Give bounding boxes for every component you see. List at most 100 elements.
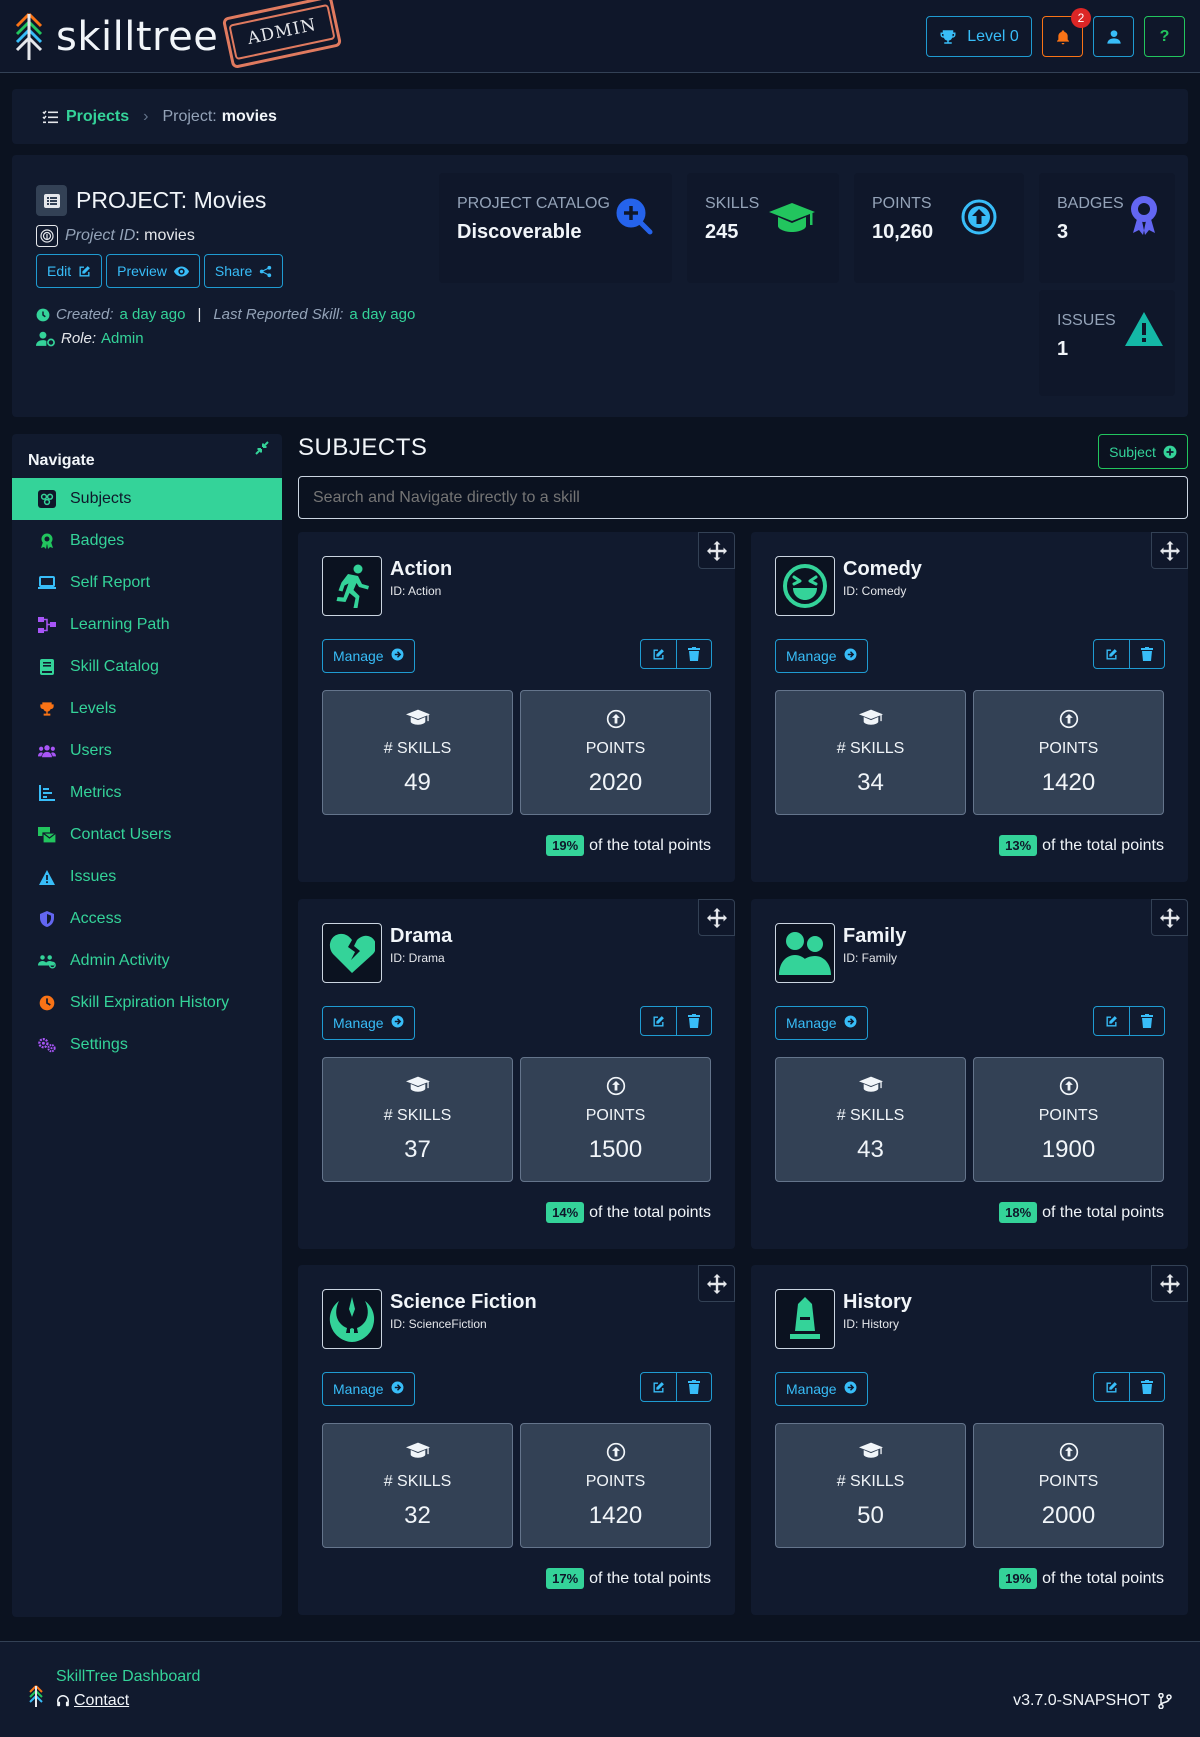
sidebar-item-admin-activity[interactable]: Admin Activity <box>12 940 282 982</box>
users-icon <box>38 742 56 760</box>
sidebar-item-skill-expiration-history[interactable]: Skill Expiration History <box>12 982 282 1024</box>
shield-icon <box>38 910 56 928</box>
subject-name[interactable]: Science Fiction <box>390 1291 537 1314</box>
drag-handle-icon[interactable] <box>1151 899 1188 936</box>
delete-subject-button[interactable] <box>676 1007 711 1035</box>
percent-suffix: of the total points <box>1042 1569 1164 1587</box>
subject-card-comedy: Comedy ID: Comedy Manage # SKILLS 34 POI… <box>751 532 1188 882</box>
notifications-button[interactable]: 2 <box>1042 8 1091 57</box>
sidebar-item-access[interactable]: Access <box>12 898 282 940</box>
subjects-icon <box>38 490 56 508</box>
edit-project-button[interactable]: Edit <box>36 254 103 288</box>
edit-subject-button[interactable] <box>1094 640 1129 668</box>
sidebar-item-label: Admin Activity <box>70 952 170 969</box>
sidebar-item-label: Settings <box>70 1036 128 1053</box>
footer-contact-link[interactable]: Contact <box>56 1692 129 1710</box>
sidebar-item-metrics[interactable]: Metrics <box>12 772 282 814</box>
edit-subject-button[interactable] <box>641 640 676 668</box>
skills-count: 50 <box>857 1502 884 1529</box>
manage-subject-button[interactable]: Manage <box>322 1372 415 1406</box>
meta-divider: | <box>197 306 202 323</box>
manage-subject-button[interactable]: Manage <box>775 1372 868 1406</box>
skills-label: # SKILLS <box>383 740 452 757</box>
footer-version: v3.7.0-SNAPSHOT <box>1013 1692 1172 1710</box>
user-menu-button[interactable] <box>1093 16 1134 57</box>
drag-handle-icon[interactable] <box>698 899 735 936</box>
drag-handle-icon[interactable] <box>698 532 735 569</box>
delete-subject-button[interactable] <box>676 1373 711 1401</box>
drag-handle-icon[interactable] <box>698 1265 735 1302</box>
subject-edit-actions <box>1093 1372 1165 1402</box>
delete-subject-button[interactable] <box>1129 640 1164 668</box>
project-title: PROJECT: Movies <box>76 187 267 213</box>
subject-name[interactable]: Drama <box>390 925 452 948</box>
skills-count: 32 <box>404 1502 431 1529</box>
subject-name[interactable]: History <box>843 1291 912 1314</box>
breadcrumb-project-prefix: Project: <box>162 107 217 125</box>
drag-handle-icon[interactable] <box>1151 1265 1188 1302</box>
add-subject-button[interactable]: Subject <box>1098 434 1188 469</box>
subject-name[interactable]: Comedy <box>843 558 922 581</box>
subject-skills-box: # SKILLS 43 <box>775 1057 966 1182</box>
role-value: Admin <box>101 330 144 347</box>
skill-search-input[interactable] <box>298 476 1188 519</box>
sidebar-item-settings[interactable]: Settings <box>12 1024 282 1066</box>
preview-project-button[interactable]: Preview <box>106 254 200 288</box>
edit-subject-button[interactable] <box>641 1373 676 1401</box>
manage-subject-button[interactable]: Manage <box>322 1006 415 1040</box>
sidebar-item-users[interactable]: Users <box>12 730 282 772</box>
sidebar-item-levels[interactable]: Levels <box>12 688 282 730</box>
delete-subject-button[interactable] <box>676 640 711 668</box>
sidebar-item-learning-path[interactable]: Learning Path <box>12 604 282 646</box>
percent-badge: 19% <box>999 1568 1038 1589</box>
edit-subject-button[interactable] <box>1094 1373 1129 1401</box>
subject-id: ID: Action <box>390 584 442 598</box>
drag-handle-icon[interactable] <box>1151 532 1188 569</box>
delete-subject-button[interactable] <box>1129 1373 1164 1401</box>
manage-subject-button[interactable]: Manage <box>322 639 415 673</box>
sidebar-item-label: Levels <box>70 700 117 717</box>
sidebar-item-subjects[interactable]: Subjects <box>12 478 282 520</box>
trophy-icon <box>38 700 56 718</box>
gears-icon <box>38 1036 56 1054</box>
help-button[interactable]: ? <box>1144 16 1185 57</box>
sidebar-item-badges[interactable]: Badges <box>12 520 282 562</box>
manage-subject-button[interactable]: Manage <box>775 639 868 673</box>
points-label: POINTS <box>1038 740 1099 757</box>
activity-icon <box>38 952 56 970</box>
sidebar-item-self-report[interactable]: Self Report <box>12 562 282 604</box>
subject-name[interactable]: Family <box>843 925 906 948</box>
created-value: a day ago <box>119 306 186 323</box>
edit-subject-button[interactable] <box>641 1007 676 1035</box>
sidebar-item-contact-users[interactable]: Contact Users <box>12 814 282 856</box>
sidebar-item-skill-catalog[interactable]: Skill Catalog <box>12 646 282 688</box>
collapse-sidebar-button[interactable] <box>254 440 270 461</box>
subject-skills-box: # SKILLS 34 <box>775 690 966 815</box>
subject-skills-box: # SKILLS 37 <box>322 1057 513 1182</box>
delete-subject-button[interactable] <box>1129 1007 1164 1035</box>
project-header-panel: PROJECT: Movies Project ID: movies Edit … <box>12 155 1188 417</box>
percent-suffix: of the total points <box>589 1203 711 1221</box>
arrow-circle-right-icon <box>391 648 404 664</box>
percent-suffix: of the total points <box>1042 1203 1164 1221</box>
points-count: 2020 <box>588 769 643 796</box>
skills-label: # SKILLS <box>836 1107 905 1124</box>
footer-dashboard-link[interactable]: SkillTree Dashboard <box>56 1668 200 1686</box>
subject-card-history: History ID: History Manage # SKILLS 50 P… <box>751 1265 1188 1615</box>
share-icon <box>260 265 272 277</box>
plus-circle-icon <box>1163 445 1177 458</box>
breadcrumb-projects-link[interactable]: Projects <box>66 108 129 126</box>
graduation-cap-icon <box>323 709 512 727</box>
subject-edit-actions <box>640 1372 712 1402</box>
app-logo[interactable]: skilltree <box>14 12 218 62</box>
subject-percent: 18% of the total points <box>999 1202 1164 1223</box>
manage-label: Manage <box>333 648 384 664</box>
level-button[interactable]: Level 0 <box>926 16 1032 57</box>
share-project-button[interactable]: Share <box>203 254 284 288</box>
subject-name[interactable]: Action <box>390 558 452 581</box>
edit-subject-button[interactable] <box>1094 1007 1129 1035</box>
manage-subject-button[interactable]: Manage <box>775 1006 868 1040</box>
manage-label: Manage <box>333 1381 384 1397</box>
sidebar-item-issues[interactable]: Issues <box>12 856 282 898</box>
laptop-icon <box>38 574 56 592</box>
